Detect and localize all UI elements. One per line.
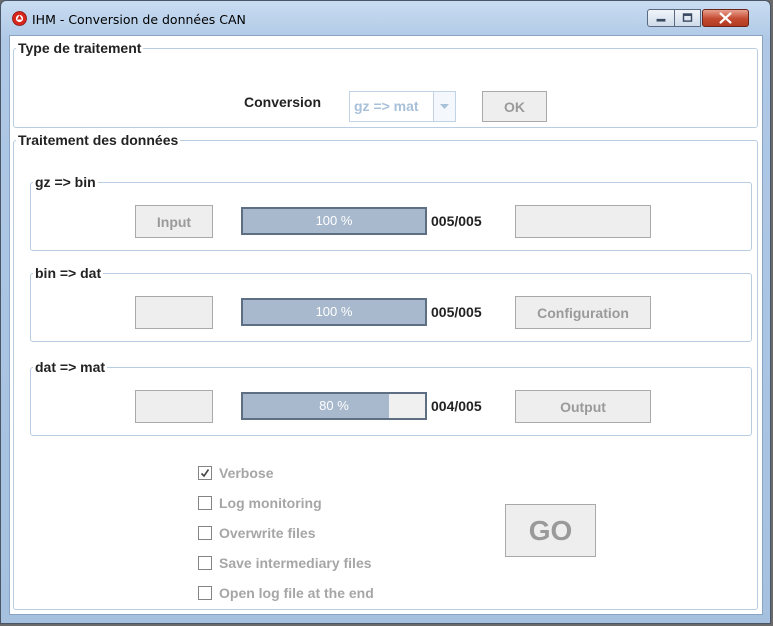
app-icon	[12, 11, 27, 26]
window-title: IHM - Conversion de données CAN	[32, 12, 246, 27]
stage-gz-bin-legend: gz => bin	[35, 174, 96, 190]
close-button[interactable]	[702, 9, 749, 27]
output-button[interactable]: Output	[515, 390, 651, 423]
log-monitoring-checkbox-box[interactable]	[198, 496, 212, 510]
stage-gz-bin: gz => bin Input 100 % 005/005	[30, 174, 752, 251]
title-bar[interactable]: IHM - Conversion de données CAN	[1, 1, 770, 35]
progress-bin-dat-text: 100 %	[315, 304, 353, 319]
conversion-select-value: gz => mat	[354, 98, 419, 114]
type-traitement-group: Type de traitement Conversion gz => mat …	[13, 40, 758, 128]
save-intermediary-files-label: Save intermediary files	[219, 555, 372, 571]
progress-bin-dat: 100 %	[241, 298, 427, 326]
stage-bin-dat: bin => dat 100 % 005/005 Configuration	[30, 265, 752, 342]
input-button[interactable]: Input	[135, 205, 213, 238]
progress-gz-bin: 100 %	[241, 207, 427, 235]
type-traitement-legend: Type de traitement	[18, 40, 142, 56]
progress-dat-mat: 80 %	[241, 392, 427, 420]
stage-dat-mat-legend: dat => mat	[35, 359, 106, 375]
verbose-checkbox-box[interactable]	[198, 466, 212, 480]
ok-button[interactable]: OK	[482, 91, 547, 122]
minimize-button[interactable]	[647, 9, 675, 27]
maximize-icon	[682, 13, 693, 22]
conversion-label: Conversion	[244, 94, 322, 110]
stage-bin-dat-legend: bin => dat	[35, 265, 102, 281]
verbose-label: Verbose	[219, 465, 274, 481]
log-monitoring-label: Log monitoring	[219, 495, 322, 511]
minimize-icon	[656, 18, 666, 22]
window-content: Type de traitement Conversion gz => mat …	[9, 35, 763, 615]
save-intermediary-files-checkbox-box[interactable]	[198, 556, 212, 570]
conversion-select[interactable]: gz => mat	[349, 91, 456, 122]
open-log-file-label: Open log file at the end	[219, 585, 374, 601]
configuration-button[interactable]: Configuration	[515, 296, 651, 329]
open-log-file-checkbox-box[interactable]	[198, 586, 212, 600]
go-button[interactable]: GO	[505, 504, 596, 557]
progress-gz-bin-text: 100 %	[315, 213, 353, 228]
progress-dat-mat-text: 80 %	[319, 398, 349, 413]
overwrite-files-checkbox-box[interactable]	[198, 526, 212, 540]
stage-dat-mat-left-button[interactable]	[135, 390, 213, 423]
count-gz-bin: 005/005	[431, 213, 482, 229]
count-bin-dat: 005/005	[431, 304, 482, 320]
stage-bin-dat-left-button[interactable]	[135, 296, 213, 329]
overwrite-files-label: Overwrite files	[219, 525, 316, 541]
maximize-button[interactable]	[674, 9, 701, 27]
traitement-group: Traitement des données gz => bin Input 1…	[13, 132, 758, 610]
stage-gz-bin-right-button[interactable]	[515, 205, 651, 238]
count-dat-mat: 004/005	[431, 398, 482, 414]
chevron-down-icon[interactable]	[433, 92, 455, 121]
close-icon	[719, 12, 732, 24]
checkmark-icon	[200, 469, 210, 478]
traitement-legend: Traitement des données	[18, 132, 179, 148]
main-window: IHM - Conversion de données CAN Type de …	[0, 0, 771, 624]
stage-dat-mat: dat => mat 80 % 004/005 Output	[30, 359, 752, 436]
